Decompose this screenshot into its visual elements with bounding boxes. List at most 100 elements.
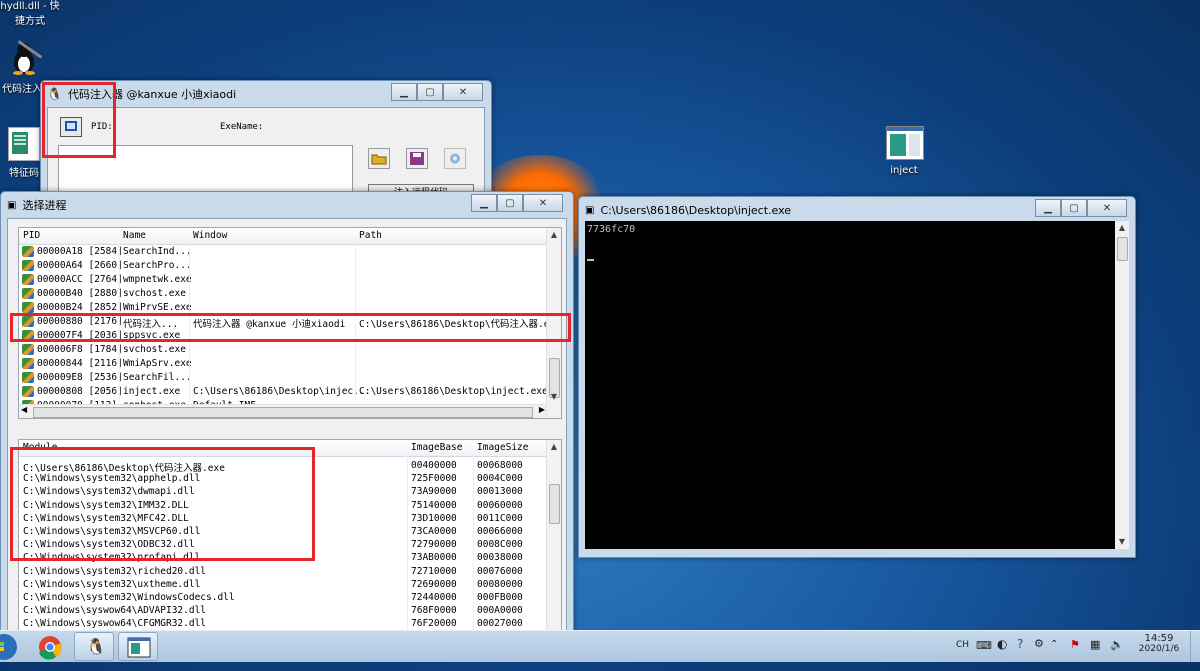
hscroll-thumb[interactable] xyxy=(33,407,533,418)
action-center-icon[interactable]: ⚑ xyxy=(1070,638,1080,669)
maximize-button[interactable]: ▢ xyxy=(1061,199,1087,217)
module-imagesize: 00038000 xyxy=(477,552,523,564)
vscroll-thumb[interactable] xyxy=(549,484,560,524)
maximize-button[interactable]: ▢ xyxy=(417,83,443,101)
module-imagesize: 000FB000 xyxy=(477,592,523,603)
process-row[interactable]: 00000A64 [2660] SearchPro... xyxy=(19,259,547,273)
module-imagesize: 00076000 xyxy=(477,565,523,577)
module-imagesize: 0008C000 xyxy=(477,539,523,551)
process-titlebar[interactable]: ▣ 选择进程 ▁ ▢ ✕ xyxy=(1,192,573,218)
process-name: inject.exe xyxy=(123,386,181,397)
keyboard-icon[interactable]: ⌨ xyxy=(976,639,992,670)
clock-time: 14:59 xyxy=(1144,633,1174,644)
network-icon[interactable]: ▦ xyxy=(1090,638,1100,669)
process-name: SearchFil... xyxy=(123,372,192,383)
console-output-text: 7736fc70 xyxy=(587,224,636,235)
process-name: wmpnetwk.exe xyxy=(123,274,192,285)
col-path[interactable]: Path xyxy=(359,230,382,241)
chevron-up-icon[interactable]: ⌃ xyxy=(1050,639,1058,670)
taskbar-chrome[interactable] xyxy=(30,632,70,661)
shortcut-label-line1: hydll.dll - 快 xyxy=(0,1,60,12)
col-window[interactable]: Window xyxy=(193,230,227,241)
module-row[interactable]: C:\Windows\system32\WindowsCodecs.dll 724… xyxy=(19,591,547,605)
module-path: C:\Windows\system32\uxtheme.dll xyxy=(23,578,201,590)
minimize-button[interactable]: ▁ xyxy=(471,194,497,212)
module-imagebase: 00400000 xyxy=(411,460,457,471)
desktop-shortcut-label[interactable]: hydll.dll - 快 捷方式 xyxy=(0,0,60,27)
scroll-down-arrow[interactable]: ▼ xyxy=(1115,535,1129,549)
save-button[interactable] xyxy=(406,148,428,169)
help-icon[interactable]: ? xyxy=(1017,637,1023,668)
open-file-button[interactable] xyxy=(368,148,390,169)
volume-icon[interactable]: 🔈 xyxy=(1110,638,1124,669)
vscroll-thumb[interactable] xyxy=(1117,237,1128,261)
chrome-icon xyxy=(39,636,62,660)
shortcut-label-line2: 捷方式 xyxy=(15,16,45,27)
scroll-up-arrow[interactable]: ▲ xyxy=(547,440,561,454)
close-button[interactable]: ✕ xyxy=(443,83,483,101)
penguin-icon[interactable] xyxy=(6,40,43,75)
show-desktop-button[interactable] xyxy=(1190,631,1200,662)
clock[interactable]: 14:59 2020/1/6 xyxy=(1132,633,1186,664)
gear-icon xyxy=(450,153,460,164)
exename-label: ExeName: xyxy=(220,122,264,132)
process-pid: 00000B40 [2880] xyxy=(37,288,123,299)
scroll-up-arrow[interactable]: ▲ xyxy=(1115,221,1129,235)
taskbar-injector[interactable]: 🐧 xyxy=(74,632,114,661)
process-list-header: PID Name Window Path xyxy=(19,228,547,245)
process-pid: 00000808 [2056] xyxy=(37,386,123,397)
process-row[interactable]: 00000B40 [2880] svchost.exe xyxy=(19,287,547,301)
module-imagesize: 000A0000 xyxy=(477,605,523,617)
close-button[interactable]: ✕ xyxy=(1087,199,1127,217)
process-row[interactable]: 000006F8 [1784] svchost.exe xyxy=(19,343,547,357)
scroll-left-arrow[interactable]: ◀ xyxy=(21,405,27,414)
process-icon xyxy=(22,372,34,383)
module-imagesize: 0004C000 xyxy=(477,473,523,485)
start-button[interactable] xyxy=(0,632,22,661)
process-pid: 000006F8 [1784] xyxy=(37,344,123,355)
module-row[interactable]: C:\Windows\system32\uxtheme.dll 72690000 0… xyxy=(19,578,547,592)
scroll-up-arrow[interactable]: ▲ xyxy=(547,228,561,242)
settings-icon[interactable]: ⚙ xyxy=(1034,637,1044,668)
process-hscrollbar[interactable]: ◀ ▶ xyxy=(19,404,547,418)
scroll-down-arrow[interactable]: ▼ xyxy=(547,390,561,404)
console-output-area[interactable]: 7736fc70 xyxy=(585,221,1115,549)
settings-button[interactable] xyxy=(444,148,466,169)
module-imagesize: 00060000 xyxy=(477,499,523,511)
process-client: PID Name Window Path 00000A18 [2584] Sear… xyxy=(7,218,567,633)
col-imagesize[interactable]: ImageSize xyxy=(477,442,528,453)
module-vscrollbar[interactable]: ▲ xyxy=(546,440,561,632)
module-imagebase: 72690000 xyxy=(411,578,457,590)
process-row[interactable]: 00000844 [2116] WmiApSrv.exe xyxy=(19,357,547,371)
signature-tool-icon[interactable] xyxy=(8,127,40,161)
window-icon: ▣ xyxy=(7,199,17,211)
process-icon xyxy=(22,344,34,355)
minimize-button[interactable]: ▁ xyxy=(1035,199,1061,217)
close-button[interactable]: ✕ xyxy=(523,194,563,212)
col-imagebase[interactable]: ImageBase xyxy=(411,442,462,453)
maximize-button[interactable]: ▢ xyxy=(497,194,523,212)
process-row[interactable]: 000009E8 [2536] SearchFil... xyxy=(19,371,547,385)
module-row[interactable]: C:\Windows\system32\riched20.dll 72710000… xyxy=(19,565,547,579)
input-language[interactable]: CH xyxy=(956,640,969,671)
process-row[interactable]: 00000808 [2056] inject.exe C:\Users\86186\… xyxy=(19,385,548,399)
minimize-button[interactable]: ▁ xyxy=(391,83,417,101)
console-titlebar[interactable]: ▣ C:\Users\86186\Desktop\inject.exe ▁ ▢ … xyxy=(579,197,1135,223)
taskbar-inject-exe[interactable] xyxy=(118,632,158,661)
console-vscrollbar[interactable]: ▲ ▼ xyxy=(1115,221,1129,549)
process-pid: 00000A64 [2660] xyxy=(37,260,123,271)
module-row[interactable]: C:\Windows\syswow64\ADVAPI32.dll 768F0000… xyxy=(19,604,547,618)
desktop-icon-label-inject: inject xyxy=(890,165,918,176)
process-pid: 00000ACC [2764] xyxy=(37,274,123,285)
process-row[interactable]: 00000A18 [2584] SearchInd... xyxy=(19,245,547,259)
scroll-right-arrow[interactable]: ▶ xyxy=(539,405,545,414)
ime-icon[interactable]: ◐ xyxy=(997,637,1007,668)
module-imagesize: 00013000 xyxy=(477,486,523,498)
process-row[interactable]: 00000ACC [2764] wmpnetwk.exe xyxy=(19,273,547,287)
inject-exe-icon[interactable] xyxy=(886,126,924,160)
module-path: C:\Windows\system32\WindowsCodecs.dll xyxy=(23,592,235,603)
col-pid[interactable]: PID xyxy=(23,230,40,241)
col-name[interactable]: Name xyxy=(123,230,146,241)
taskbar: 🐧 CH ⌨ ◐ ? ⚙ ⌃ ⚑ ▦ 🔈 14:59 2020/1/6 xyxy=(0,630,1200,662)
module-imagebase: 73CA0000 xyxy=(411,526,457,537)
